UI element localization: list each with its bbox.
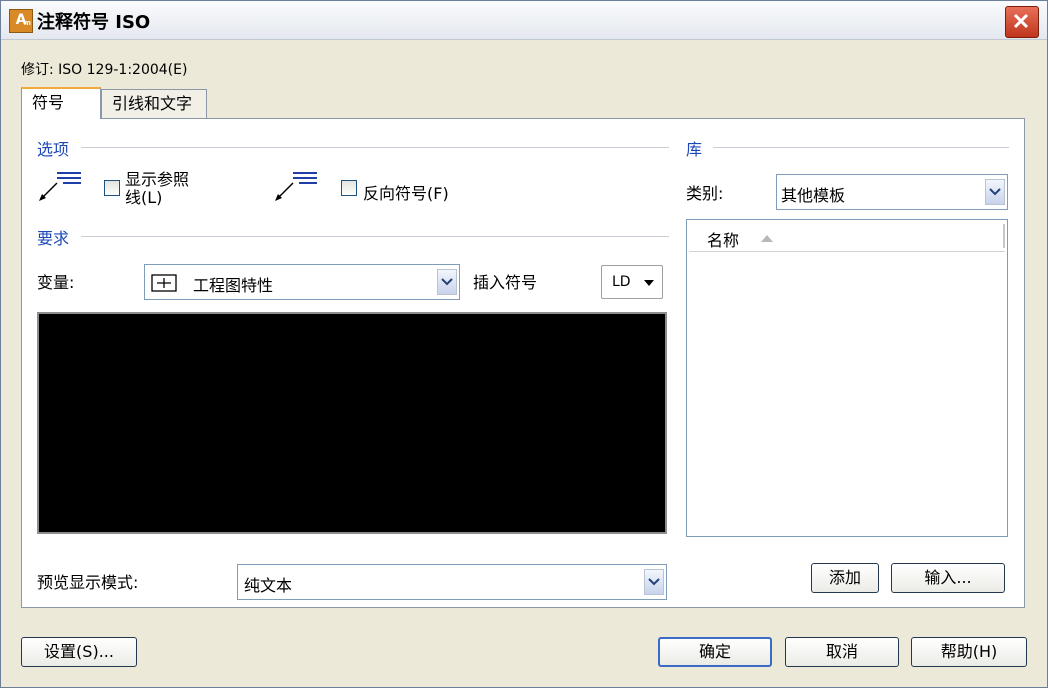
settings-button[interactable]: 设置(S)... <box>21 637 137 667</box>
category-label: 类别: <box>686 184 724 203</box>
add-button[interactable]: 添加 <box>811 563 879 593</box>
preview-mode-dropdown-arrow[interactable] <box>644 569 664 595</box>
tab-symbol[interactable]: 符号 <box>21 87 101 119</box>
chevron-down-icon <box>648 578 660 586</box>
requirements-group-title: 要求 <box>37 225 78 249</box>
library-list[interactable]: 名称 <box>686 219 1008 537</box>
show-reference-line-label: 显示参照 线(L) <box>125 170 190 207</box>
close-icon <box>1013 13 1029 29</box>
window-title: 注释符号 ISO <box>37 12 151 33</box>
chevron-down-icon <box>989 188 1001 196</box>
column-separator[interactable] <box>1003 224 1005 248</box>
ok-button[interactable]: 确定 <box>658 637 772 667</box>
preview-mode-dropdown[interactable]: 纯文本 <box>237 564 667 600</box>
app-icon: Am <box>9 9 33 33</box>
import-button[interactable]: 输入... <box>891 563 1005 593</box>
variable-dropdown[interactable]: 工程图特性 <box>144 264 460 300</box>
options-group-title: 选项 <box>37 136 78 160</box>
close-button[interactable] <box>1005 6 1039 38</box>
help-button[interactable]: 帮助(H) <box>911 637 1027 667</box>
list-header-name[interactable]: 名称 <box>689 222 1005 252</box>
reference-line-symbol-icon <box>39 172 81 201</box>
reverse-symbol-label: 反向符号(F) <box>363 184 449 203</box>
requirements-divider <box>81 236 669 237</box>
chevron-down-icon <box>441 278 453 286</box>
preview-mode-label: 预览显示模式: <box>37 573 139 592</box>
options-divider <box>81 147 669 148</box>
reverse-symbol-icon <box>275 172 317 201</box>
variable-dropdown-arrow[interactable] <box>437 269 457 295</box>
engineering-property-icon <box>151 274 177 292</box>
variable-label: 变量: <box>37 273 75 292</box>
variable-value: 工程图特性 <box>193 276 274 295</box>
reverse-symbol-checkbox[interactable] <box>341 180 357 196</box>
sort-ascending-icon <box>761 235 773 242</box>
insert-symbol-dropdown[interactable]: LD <box>601 265 663 299</box>
category-value: 其他模板 <box>781 186 846 205</box>
library-divider <box>713 147 1009 148</box>
dialog-window: Am 注释符号 ISO 修订: ISO 129-1:2004(E) 符号 引线和… <box>0 0 1048 688</box>
show-reference-line-checkbox[interactable] <box>104 180 120 196</box>
preview-mode-value: 纯文本 <box>244 576 293 595</box>
revision-label: 修订: ISO 129-1:2004(E) <box>21 62 188 78</box>
cancel-button[interactable]: 取消 <box>785 637 899 667</box>
symbol-preview <box>37 312 667 534</box>
caret-down-icon <box>644 280 654 286</box>
category-dropdown-arrow[interactable] <box>985 179 1005 205</box>
title-bar[interactable]: Am 注释符号 ISO <box>1 1 1047 40</box>
insert-symbol-label: 插入符号 <box>473 273 538 292</box>
tab-leader-and-text[interactable]: 引线和文字 <box>101 89 207 119</box>
category-dropdown[interactable]: 其他模板 <box>776 174 1008 210</box>
library-group-title: 库 <box>686 136 711 160</box>
